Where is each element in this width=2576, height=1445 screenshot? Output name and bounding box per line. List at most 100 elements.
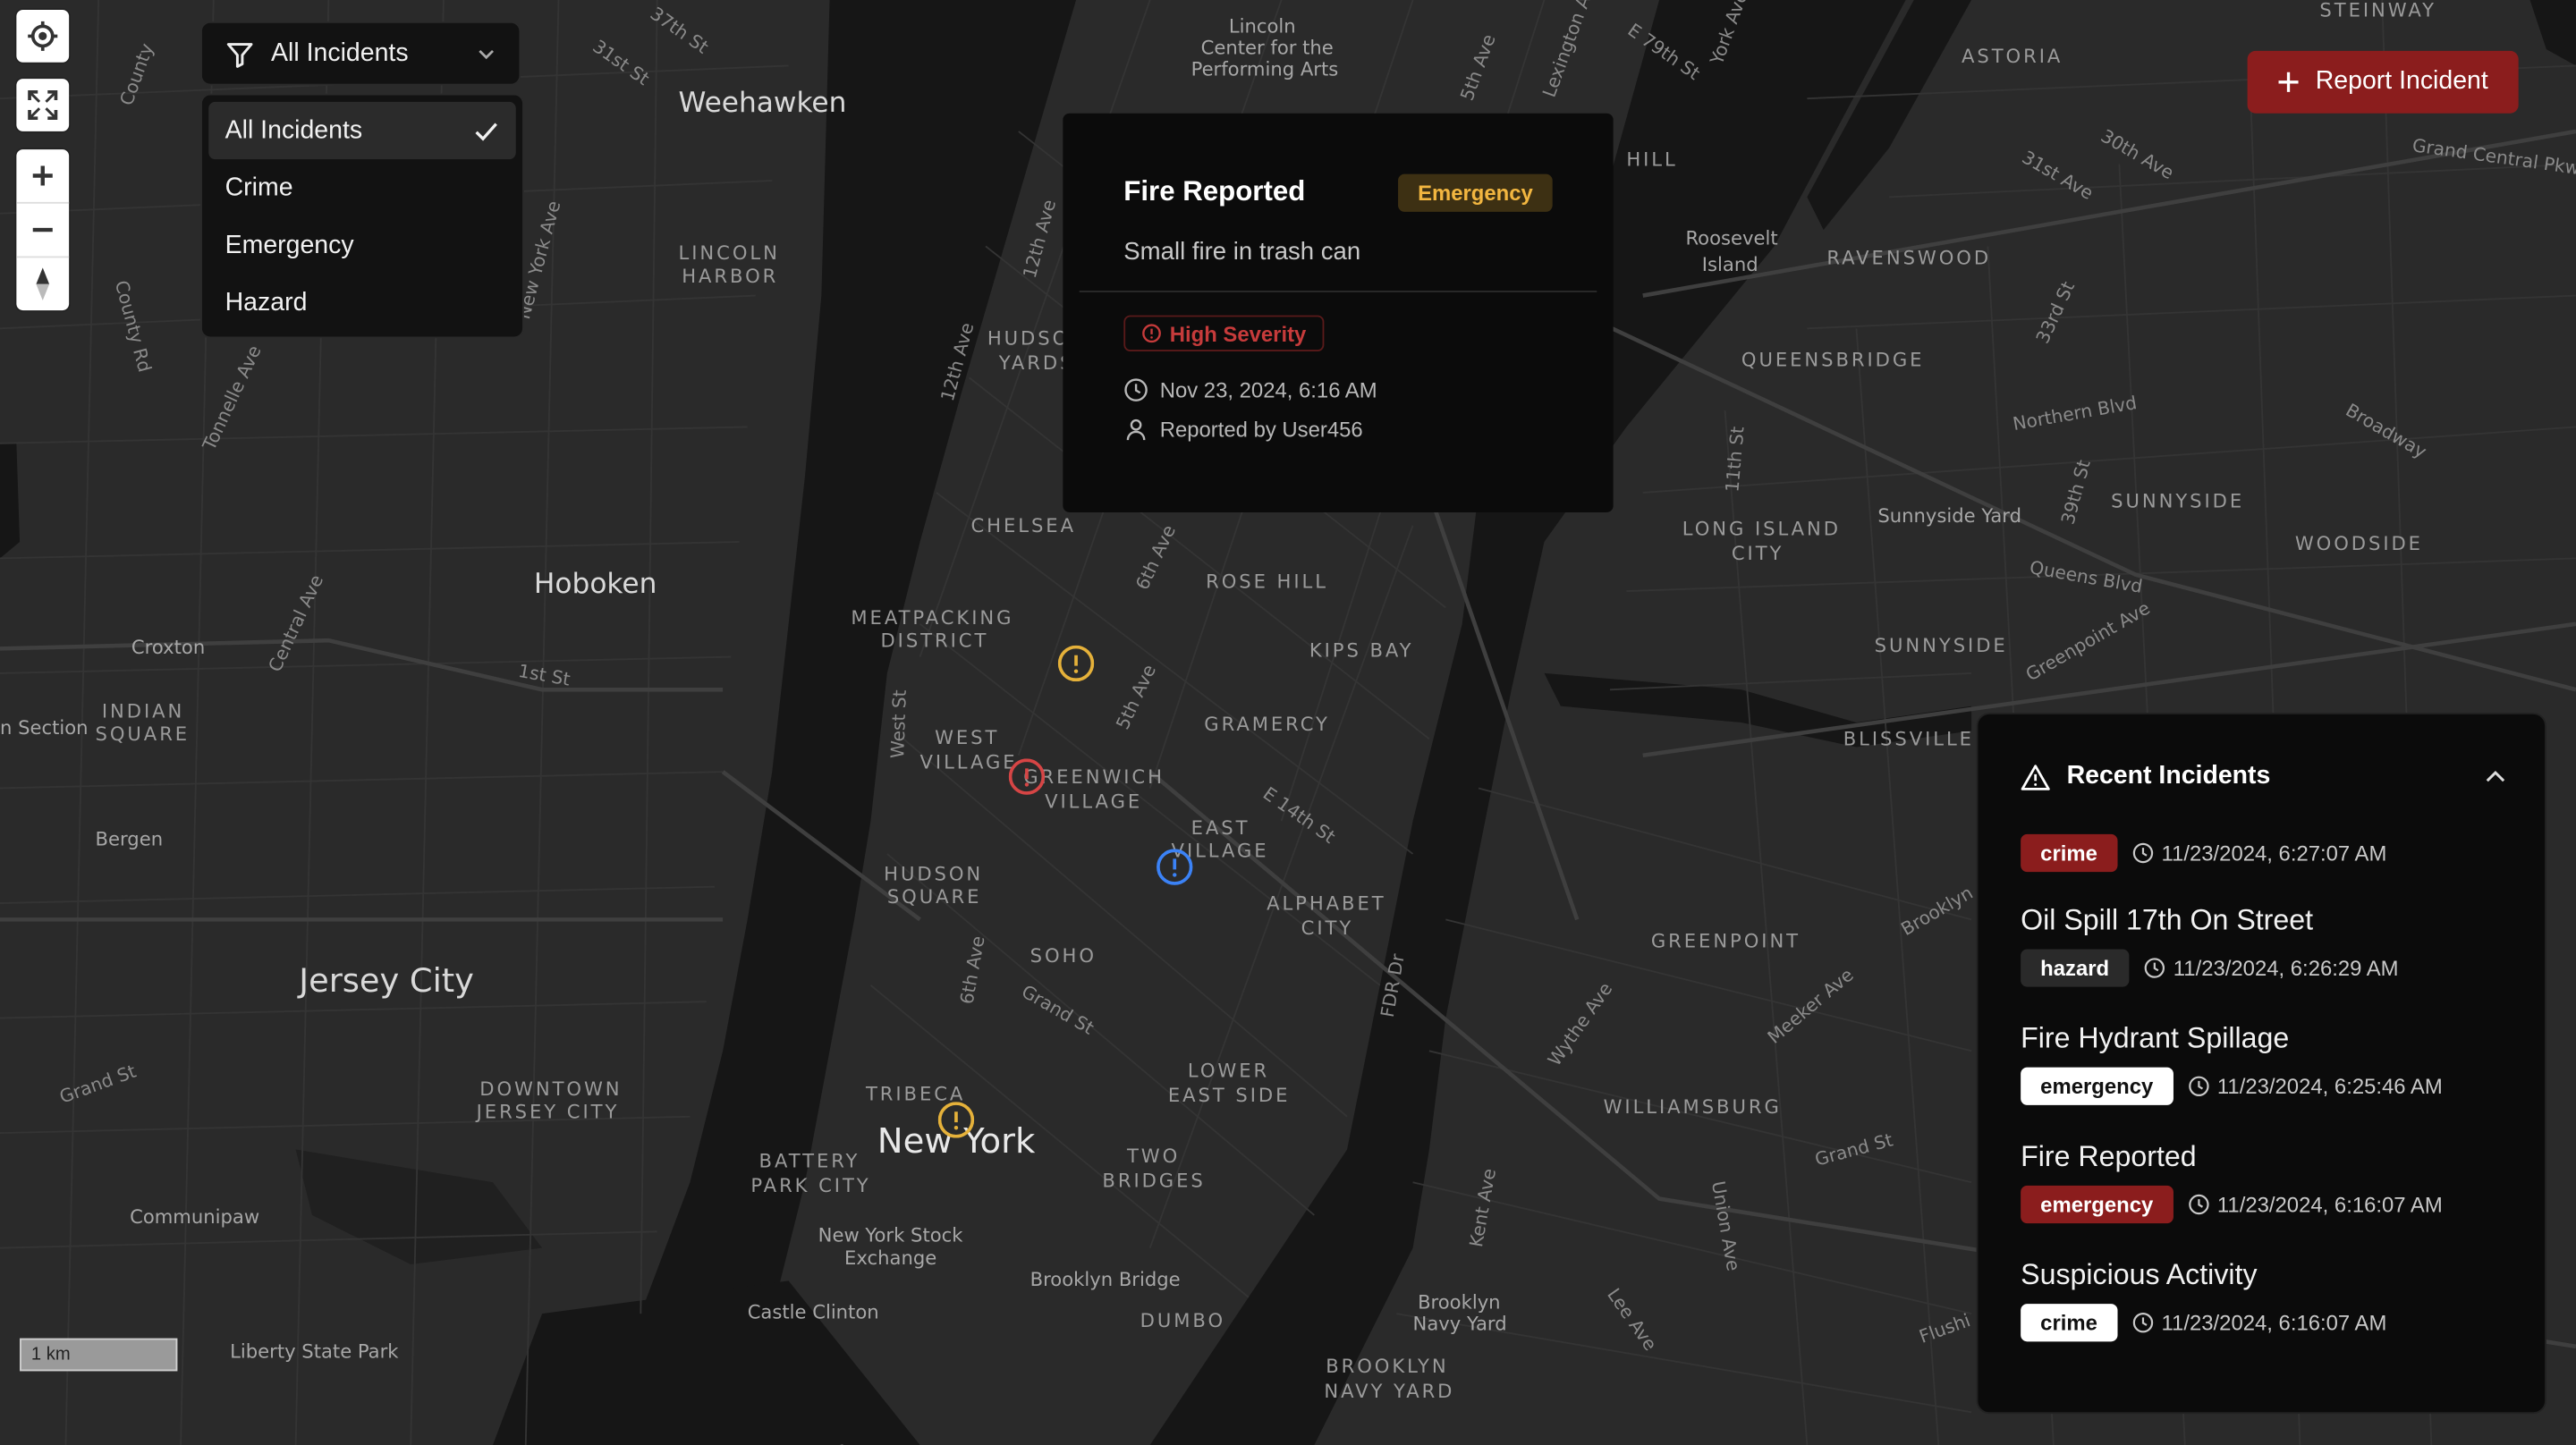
map-neighborhood-label: RAVENSWOOD	[1826, 247, 1991, 269]
incident-item[interactable]: Suspicious Activity crime 11/23/2024, 6:…	[2021, 1256, 2513, 1341]
map-neighborhood-label: QUEENSBRIDGE	[1741, 349, 1925, 371]
map-neighborhood-label: ROSE HILL	[1206, 570, 1328, 592]
incident-tag: emergency	[2021, 1066, 2174, 1104]
zoom-out-button[interactable]	[16, 201, 70, 257]
map-neighborhood-label: SOHO	[1030, 944, 1097, 967]
map-neighborhood-label: SUNNYSIDE	[1875, 634, 2008, 656]
compass-button[interactable]	[16, 256, 70, 310]
filter-option-all-incidents[interactable]: All Incidents	[208, 101, 516, 160]
incident-time: 11/23/2024, 6:25:46 AM	[2188, 1073, 2443, 1098]
chevron-down-icon	[479, 49, 494, 59]
map-neighborhood-label: LOWER	[1188, 1060, 1269, 1082]
clock-icon	[2132, 1312, 2153, 1332]
incident-tag: crime	[2021, 832, 2117, 872]
map-neighborhood-label: DUMBO	[1140, 1309, 1225, 1331]
map-neighborhood-label: DISTRICT	[880, 630, 988, 652]
incident-tag: emergency	[2021, 1184, 2174, 1223]
filter-option-crime[interactable]: Crime	[208, 159, 515, 216]
incident-marker-warning[interactable]	[1057, 645, 1095, 682]
map-neighborhood-label: MEATPACKING	[851, 606, 1013, 629]
map-place-label: Communipaw	[130, 1205, 259, 1228]
recent-incidents-panel: Recent Incidents crime 11/23/2024, 6:27:…	[1976, 712, 2546, 1415]
severity-label: High Severity	[1169, 321, 1307, 346]
incident-time-text: 11/23/2024, 6:16:07 AM	[2161, 1309, 2387, 1335]
incident-popup: Fire Reported Emergency Small fire in tr…	[1063, 113, 1614, 512]
geolocate-button[interactable]	[16, 10, 69, 63]
incident-marker-info[interactable]	[1157, 849, 1193, 885]
warning-triangle-icon	[2021, 764, 2050, 790]
zoom-in-button[interactable]	[16, 149, 69, 202]
severity-badge: High Severity	[1123, 315, 1325, 351]
map-neighborhood-label: GRAMERCY	[1204, 713, 1330, 735]
user-icon	[1126, 418, 1146, 441]
map-neighborhood-label: EAST SIDE	[1168, 1084, 1290, 1106]
chevron-up-icon[interactable]	[2484, 765, 2507, 789]
fullscreen-icon	[28, 90, 58, 121]
map-neighborhood-label: WEST	[935, 726, 999, 748]
incident-time: 11/23/2024, 6:16:07 AM	[2131, 1309, 2387, 1335]
map-neighborhood-label: BROOKLYN	[1326, 1355, 1448, 1377]
clock-icon	[2188, 1075, 2208, 1096]
report-incident-button[interactable]: Report Incident	[2247, 50, 2519, 114]
label-jersey-city: Jersey City	[297, 961, 474, 1000]
filter-menu: All Incidents Crime Emergency Hazard	[200, 93, 524, 339]
map-place-label: Castle Clinton	[748, 1301, 879, 1323]
incident-time: 11/23/2024, 6:16:07 AM	[2188, 1191, 2443, 1216]
incident-tag: hazard	[2021, 948, 2130, 986]
map-neighborhood-label: VILLAGE	[920, 750, 1018, 773]
fullscreen-control	[16, 79, 70, 131]
map-neighborhood-label: JERSEY CITY	[475, 1101, 620, 1123]
filter-option-emergency[interactable]: Emergency	[208, 216, 515, 274]
map-place-label: Croxton	[131, 636, 205, 658]
incident-filter-dropdown[interactable]: All Incidents	[200, 21, 521, 86]
plus-icon	[32, 165, 53, 186]
incident-item[interactable]: crime 11/23/2024, 6:27:07 AM	[2021, 832, 2513, 872]
plus-icon	[2279, 72, 2300, 92]
incident-time-text: 11/23/2024, 6:16:07 AM	[2216, 1191, 2443, 1216]
geolocate-control	[16, 10, 70, 63]
navigation-control	[16, 149, 70, 311]
recent-incidents-header: Recent Incidents	[2021, 760, 2507, 793]
map-neighborhood-label: HUDSON	[884, 862, 983, 884]
map-neighborhood-label: WOODSIDE	[2295, 532, 2423, 554]
filter-option-label: All Incidents	[225, 115, 363, 144]
map-neighborhood-label: KIPS BAY	[1309, 639, 1414, 662]
incident-item[interactable]: Fire Hydrant Spillage emergency 11/23/20…	[2021, 1019, 2513, 1104]
map-neighborhood-label: SQUARE	[96, 722, 191, 745]
locate-icon	[28, 21, 58, 51]
map-neighborhood-label: ASTORIA	[1962, 45, 2063, 67]
map-place-label: Performing Arts	[1191, 57, 1339, 80]
minus-icon	[32, 227, 53, 232]
map-neighborhood-label: HARBOR	[682, 265, 778, 287]
map-neighborhood-label: BATTERY	[759, 1150, 860, 1172]
map-neighborhood-label: PARK CITY	[750, 1174, 870, 1196]
incident-item[interactable]: Fire Reported emergency 11/23/2024, 6:16…	[2021, 1138, 2513, 1223]
fullscreen-button[interactable]	[16, 79, 69, 131]
map-neighborhood-label: DOWNTOWN	[479, 1077, 622, 1100]
map-place-label: Bergen	[96, 828, 164, 850]
map-neighborhood-label: LINCOLN	[679, 241, 780, 264]
popup-datetime-text: Nov 23, 2024, 6:16 AM	[1159, 377, 1377, 402]
filter-option-hazard[interactable]: Hazard	[208, 275, 515, 332]
filter-icon	[226, 42, 253, 67]
alert-circle-icon	[1142, 324, 1161, 343]
clock-icon	[2132, 841, 2153, 863]
map-neighborhood-label: SUNNYSIDE	[2111, 489, 2244, 511]
map-place-label: Sunnyside Yard	[1877, 504, 2021, 527]
map-place-label: New York Stock	[818, 1223, 964, 1246]
incident-time-text: 11/23/2024, 6:25:46 AM	[2216, 1073, 2443, 1098]
incident-item[interactable]: Oil Spill 17th On Street hazard 11/23/20…	[2021, 901, 2513, 986]
map-place-label: n Section	[0, 716, 89, 739]
map-neighborhood-label: EAST	[1191, 816, 1250, 839]
label-hoboken: Hoboken	[534, 568, 657, 600]
map-neighborhood-label: BRIDGES	[1102, 1170, 1205, 1192]
incident-time: 11/23/2024, 6:27:07 AM	[2131, 840, 2386, 865]
clock-icon	[2144, 957, 2165, 977]
incident-title: Oil Spill 17th On Street	[2021, 903, 2314, 936]
map-neighborhood-label: VILLAGE	[1045, 790, 1142, 813]
map-neighborhood-label: STEINWAY	[2319, 0, 2436, 21]
map-neighborhood-label: CITY	[1301, 917, 1354, 939]
incident-marker-danger[interactable]	[1008, 758, 1046, 795]
incident-marker-warning[interactable]	[937, 1102, 975, 1138]
incident-time: 11/23/2024, 6:26:29 AM	[2144, 955, 2399, 979]
